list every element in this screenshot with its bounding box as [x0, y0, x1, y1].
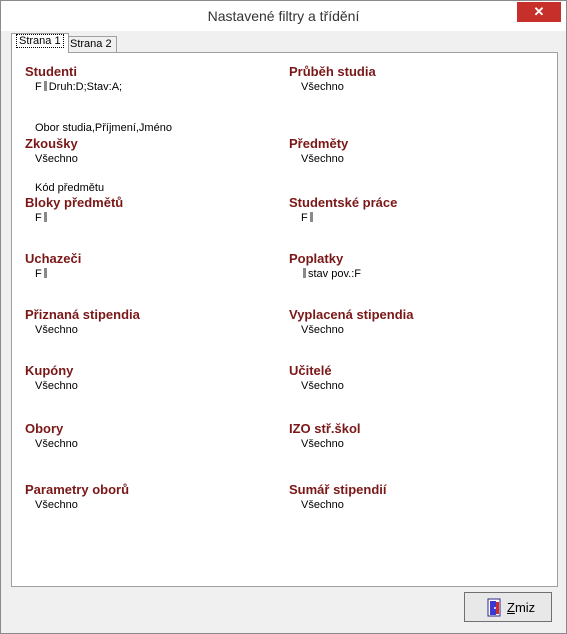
- section-sort-studenti: Obor studia,Příjmení,Jméno: [35, 122, 172, 134]
- tab-label: Strana 1: [16, 34, 64, 48]
- section-title-kupony: Kupóny: [25, 363, 74, 378]
- tab-strana-1[interactable]: Strana 1: [11, 33, 69, 53]
- section-value-sumar-stipendii: Všechno: [301, 499, 344, 511]
- door-icon: [487, 598, 501, 617]
- section-title-poplatky: Poplatky: [289, 251, 344, 266]
- section-value-vyplacena-stipendia: Všechno: [301, 324, 344, 336]
- zmiz-label: Zmiz: [507, 600, 536, 615]
- zmiz-button[interactable]: Zmiz: [464, 592, 552, 622]
- section-value-predmety: Všechno: [301, 153, 344, 165]
- section-title-priznana-stipendia: Přiznaná stipendia: [25, 307, 140, 322]
- section-title-izo-str-skol: IZO stř.škol: [289, 421, 361, 436]
- section-title-zkousky: Zkoušky: [25, 136, 78, 151]
- section-title-prubeh-studia: Průběh studia: [289, 64, 376, 79]
- filter-marker-icon: [303, 268, 306, 278]
- title-bar: Nastavené filtry a třídění ✕: [1, 1, 566, 31]
- section-value-zkousky: Všechno: [35, 153, 78, 165]
- section-title-bloky: Bloky předmětů: [25, 195, 124, 210]
- section-title-studentske-prace: Studentské práce: [289, 195, 398, 210]
- filter-marker-icon: [309, 212, 313, 222]
- filter-marker-icon: [43, 212, 47, 222]
- section-title-studenti: Studenti: [25, 64, 77, 79]
- section-title-uchazeci: Uchazeči: [25, 251, 82, 266]
- filter-marker-icon: [43, 81, 47, 91]
- section-title-predmety: Předměty: [289, 136, 349, 151]
- section-value-izo-str-skol: Všechno: [301, 438, 344, 450]
- section-value-obory: Všechno: [35, 438, 78, 450]
- section-value-prubeh-studia: Všechno: [301, 81, 344, 93]
- tab-panel: Studenti F Druh:D;Stav:A; Obor studia,Pří…: [11, 52, 558, 587]
- section-value-uchazeci: F: [35, 268, 49, 280]
- section-value-studentske-prace: F: [301, 212, 315, 224]
- close-button[interactable]: ✕: [517, 2, 561, 22]
- section-sort-zkousky: Kód předmětu: [35, 182, 105, 194]
- section-title-obory: Obory: [25, 421, 64, 436]
- window-title: Nastavené filtry a třídění: [207, 8, 360, 24]
- section-value-bloky: F: [35, 212, 49, 224]
- section-value-kupony: Všechno: [35, 380, 78, 392]
- section-value-ucitele: Všechno: [301, 380, 344, 392]
- section-title-ucitele: Učitelé: [289, 363, 332, 378]
- section-value-studenti: F Druh:D;Stav:A;: [35, 81, 123, 93]
- section-title-parametry-oboru: Parametry oborů: [25, 482, 130, 497]
- tab-label: Strana 2: [70, 38, 112, 50]
- tab-strana-2[interactable]: Strana 2: [65, 36, 117, 53]
- section-value-priznana-stipendia: Všechno: [35, 324, 78, 336]
- section-title-vyplacena-stipendia: Vyplacená stipendia: [289, 307, 414, 322]
- section-value-parametry-oboru: Všechno: [35, 499, 78, 511]
- section-title-sumar-stipendii: Sumář stipendií: [289, 482, 387, 497]
- dialog-window: Nastavené filtry a třídění ✕ Strana 1 St…: [0, 0, 567, 634]
- filter-marker-icon: [43, 268, 47, 278]
- section-value-poplatky: stav pov.:F: [301, 268, 361, 280]
